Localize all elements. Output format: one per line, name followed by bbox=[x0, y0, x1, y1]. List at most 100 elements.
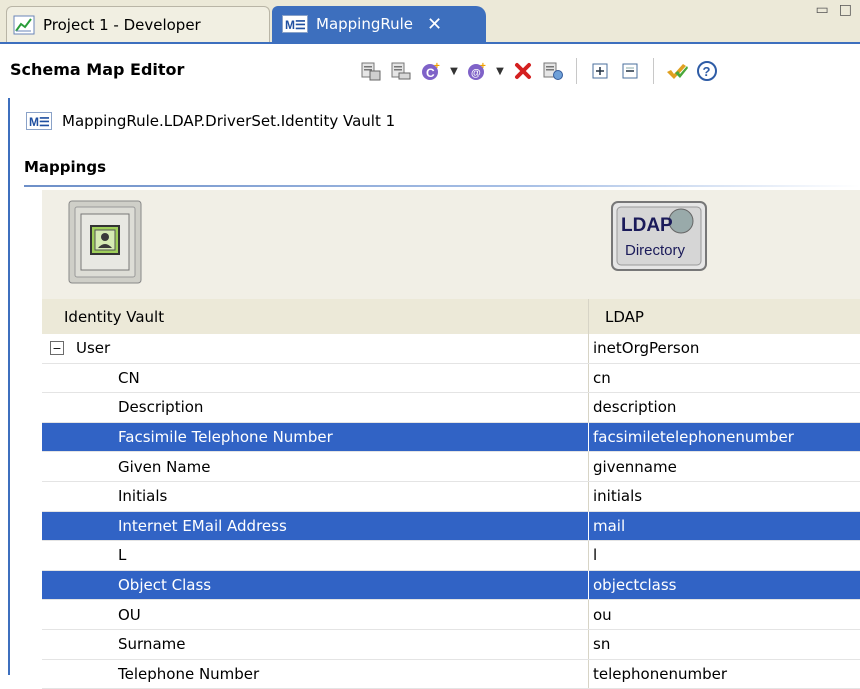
identity-vault-cell[interactable]: Surname bbox=[42, 629, 589, 659]
identity-vault-cell[interactable]: Facsimile Telephone Number bbox=[42, 422, 589, 452]
toolbar: C+ ▼ @+ ▼ ? bbox=[356, 55, 722, 87]
mapping-rule-icon: M☰ bbox=[282, 15, 308, 33]
identity-vault-icon bbox=[68, 200, 142, 288]
ldap-name-cell[interactable]: cn bbox=[589, 363, 860, 393]
page-title: Schema Map Editor bbox=[10, 60, 184, 79]
ldap-name-cell[interactable]: description bbox=[589, 393, 860, 423]
column-header-identity-vault[interactable]: Identity Vault bbox=[42, 299, 589, 334]
identity-vault-cell[interactable]: Given Name bbox=[42, 452, 589, 482]
cell-content: Initials bbox=[42, 487, 588, 505]
ldap-name-cell[interactable]: mail bbox=[589, 511, 860, 541]
identity-vault-cell[interactable]: Internet EMail Address bbox=[42, 511, 589, 541]
identity-vault-name: User bbox=[76, 339, 110, 357]
table-row[interactable]: Description description bbox=[42, 393, 860, 423]
identity-vault-name: Internet EMail Address bbox=[118, 517, 287, 535]
delete-icon[interactable] bbox=[508, 55, 538, 87]
cell-content: Telephone Number bbox=[42, 665, 588, 683]
ldap-name-cell[interactable]: facsimiletelephonenumber bbox=[589, 422, 860, 452]
identity-vault-cell[interactable]: CN bbox=[42, 363, 589, 393]
table-row[interactable]: −UserinetOrgPerson bbox=[42, 334, 860, 363]
table-row[interactable]: Telephone Number telephonenumber bbox=[42, 659, 860, 689]
maximize-icon[interactable]: □ bbox=[839, 2, 852, 18]
mapping-rule-icon-text: M☰ bbox=[29, 115, 50, 129]
ldap-name-cell[interactable]: objectclass bbox=[589, 570, 860, 600]
expand-all-icon[interactable] bbox=[585, 55, 615, 87]
section-divider bbox=[24, 185, 860, 187]
table-row[interactable]: Ll bbox=[42, 541, 860, 571]
table-row[interactable]: Object Class objectclass bbox=[42, 570, 860, 600]
close-icon[interactable]: ✕ bbox=[427, 14, 442, 35]
add-attribute-dropdown[interactable]: ▼ bbox=[492, 55, 508, 87]
mapping-rule-icon-text: M☰ bbox=[285, 18, 306, 32]
table-row[interactable]: Surname sn bbox=[42, 629, 860, 659]
minimize-icon[interactable]: ▭ bbox=[816, 2, 829, 18]
table-row[interactable]: OU ou bbox=[42, 600, 860, 630]
identity-vault-name: Initials bbox=[118, 487, 167, 505]
add-class-mapping-icon[interactable] bbox=[356, 55, 386, 87]
ldap-name-cell[interactable]: sn bbox=[589, 629, 860, 659]
editor-tab-bar: Project 1 - Developer M☰ MappingRule ✕ ▭… bbox=[0, 0, 860, 42]
identity-vault-cell[interactable]: Description bbox=[42, 393, 589, 423]
cell-content: Internet EMail Address bbox=[42, 517, 588, 535]
add-class-icon[interactable]: C+ bbox=[416, 55, 446, 87]
ldap-logo-text: LDAP bbox=[621, 215, 673, 236]
tab-project-developer[interactable]: Project 1 - Developer bbox=[6, 6, 270, 42]
cell-content: −User bbox=[42, 339, 588, 357]
add-class-dropdown[interactable]: ▼ bbox=[446, 55, 462, 87]
identity-vault-cell[interactable]: Initials bbox=[42, 481, 589, 511]
identity-vault-name: Object Class bbox=[118, 576, 211, 594]
cell-content: CN bbox=[42, 369, 588, 387]
svg-text:?: ? bbox=[703, 64, 711, 79]
ldap-name-cell[interactable]: l bbox=[589, 541, 860, 571]
identity-vault-cell[interactable]: OU bbox=[42, 600, 589, 630]
identity-vault-cell[interactable]: L bbox=[42, 541, 589, 571]
schema-mapping-table: Identity Vault LDAP −UserinetOrgPersonCN… bbox=[42, 299, 860, 689]
add-attribute-icon[interactable]: @+ bbox=[462, 55, 492, 87]
cell-content: Description bbox=[42, 398, 588, 416]
mapping-rule-icon: M☰ bbox=[26, 112, 52, 130]
ldap-directory-icon: LDAP Directory bbox=[611, 201, 707, 275]
cell-content: Surname bbox=[42, 635, 588, 653]
tab-label: Project 1 - Developer bbox=[43, 16, 201, 34]
identity-vault-cell[interactable]: −User bbox=[42, 334, 589, 363]
identity-vault-name: Surname bbox=[118, 635, 185, 653]
table-row[interactable]: Internet EMail Address mail bbox=[42, 511, 860, 541]
table-row[interactable]: Given Namegivenname bbox=[42, 452, 860, 482]
identity-vault-cell[interactable]: Telephone Number bbox=[42, 659, 589, 689]
toolbar-divider bbox=[653, 58, 654, 84]
svg-text:+: + bbox=[480, 61, 486, 72]
svg-text:+: + bbox=[434, 61, 440, 72]
tab-label: MappingRule bbox=[316, 15, 413, 33]
identity-vault-name: CN bbox=[118, 369, 140, 387]
mapping-rule-path: M☰ MappingRule.LDAP.DriverSet.Identity V… bbox=[26, 112, 395, 130]
editor-left-border bbox=[8, 98, 10, 675]
ldap-name-cell[interactable]: telephonenumber bbox=[589, 659, 860, 689]
ldap-name-cell[interactable]: initials bbox=[589, 481, 860, 511]
toolbar-divider bbox=[576, 58, 577, 84]
add-attribute-mapping-icon[interactable] bbox=[386, 55, 416, 87]
identity-vault-name: OU bbox=[118, 606, 141, 624]
ldap-name-cell[interactable]: givenname bbox=[589, 452, 860, 482]
cell-content: Object Class bbox=[42, 576, 588, 594]
table-row[interactable]: Initials initials bbox=[42, 481, 860, 511]
collapse-toggle-icon[interactable]: − bbox=[50, 341, 64, 355]
help-icon[interactable]: ? bbox=[692, 55, 722, 87]
identity-vault-cell[interactable]: Object Class bbox=[42, 570, 589, 600]
check-icon[interactable] bbox=[662, 55, 692, 87]
ldap-logo-subtext: Directory bbox=[625, 242, 686, 259]
section-title: Mappings bbox=[24, 158, 106, 176]
table-row[interactable]: Facsimile Telephone Numberfacsimiletelep… bbox=[42, 422, 860, 452]
cell-content: L bbox=[42, 546, 588, 564]
refresh-schema-icon[interactable] bbox=[538, 55, 568, 87]
table-row[interactable]: CN cn bbox=[42, 363, 860, 393]
tab-mapping-rule[interactable]: M☰ MappingRule ✕ bbox=[272, 6, 486, 42]
cell-content: Given Name bbox=[42, 458, 588, 476]
identity-vault-name: Telephone Number bbox=[118, 665, 259, 683]
identity-vault-name: Description bbox=[118, 398, 203, 416]
ldap-name-cell[interactable]: inetOrgPerson bbox=[589, 334, 860, 363]
column-header-ldap[interactable]: LDAP bbox=[589, 299, 860, 334]
developer-perspective-icon bbox=[13, 15, 35, 35]
collapse-all-icon[interactable] bbox=[615, 55, 645, 87]
ldap-name-cell[interactable]: ou bbox=[589, 600, 860, 630]
window-controls: ▭ □ bbox=[816, 2, 852, 18]
